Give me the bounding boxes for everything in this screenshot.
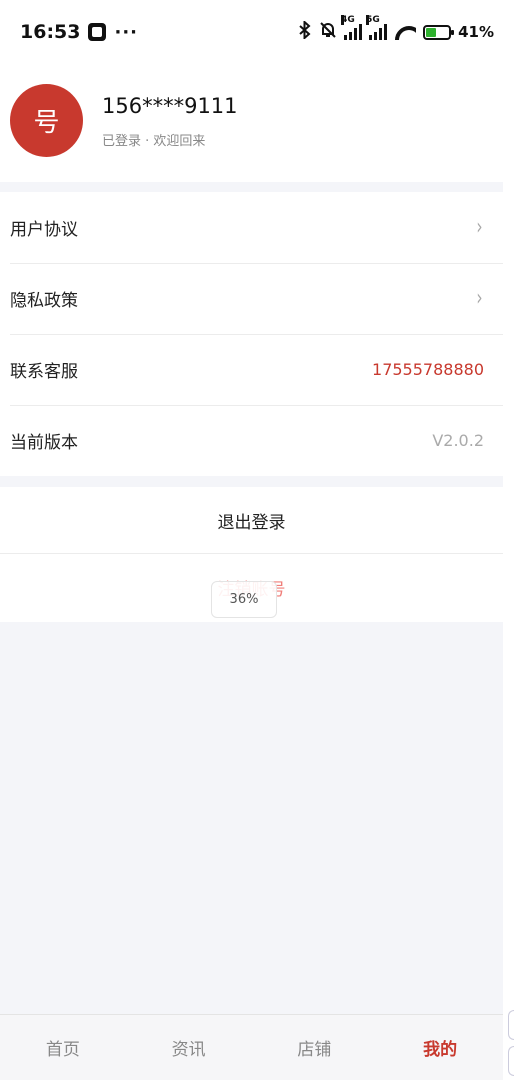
logout-button[interactable]: 退出登录 bbox=[0, 487, 503, 554]
app-notification-icon bbox=[88, 23, 107, 41]
tab-store[interactable]: 店铺 bbox=[252, 1035, 378, 1060]
menu-item-label: 联系客服 bbox=[10, 362, 78, 382]
more-notifications-icon: ··· bbox=[114, 21, 138, 43]
menu-item-current-version: 当前版本 V2.0.2 bbox=[0, 405, 503, 476]
login-status: 已登录 · 欢迎回来 bbox=[102, 134, 206, 149]
settings-menu: 用户协议 › 隐私政策 › 联系客服 17555788880 当前版本 V2.0… bbox=[0, 192, 503, 476]
menu-item-privacy-policy[interactable]: 隐私政策 › bbox=[0, 263, 503, 334]
menu-item-label: 用户协议 bbox=[10, 220, 78, 240]
avatar[interactable]: 号 bbox=[10, 84, 83, 157]
edge-gesture-handle[interactable] bbox=[508, 1010, 514, 1040]
version-number: V2.0.2 bbox=[432, 431, 484, 450]
profile-header: 号 156****9111 已登录 · 欢迎回来 bbox=[0, 64, 503, 182]
battery-icon bbox=[423, 24, 455, 40]
signal-4g-icon: 4G bbox=[341, 15, 363, 40]
chevron-right-icon: › bbox=[476, 285, 483, 311]
tab-news[interactable]: 资讯 bbox=[126, 1035, 252, 1060]
wifi-icon bbox=[394, 24, 416, 40]
bluetooth-icon bbox=[298, 19, 312, 43]
mute-bell-icon bbox=[319, 21, 337, 43]
progress-toast: 36% bbox=[211, 581, 277, 618]
tab-home[interactable]: 首页 bbox=[0, 1035, 126, 1060]
status-bar: 16:53 ··· 4G 5G 41% bbox=[0, 0, 514, 64]
menu-item-label: 当前版本 bbox=[10, 433, 78, 453]
edge-gesture-handle[interactable] bbox=[508, 1046, 514, 1076]
user-phone: 156****9111 bbox=[102, 94, 238, 118]
menu-item-customer-service[interactable]: 联系客服 17555788880 bbox=[0, 334, 503, 405]
menu-item-label: 隐私政策 bbox=[10, 291, 78, 311]
signal-5g-icon: 5G bbox=[366, 15, 388, 40]
chevron-right-icon: › bbox=[476, 214, 483, 240]
service-phone-number[interactable]: 17555788880 bbox=[372, 360, 484, 379]
status-time: 16:53 bbox=[20, 21, 81, 43]
menu-item-user-agreement[interactable]: 用户协议 › bbox=[0, 192, 503, 263]
bottom-tab-bar: 首页 资讯 店铺 我的 bbox=[0, 1014, 503, 1080]
tab-mine[interactable]: 我的 bbox=[377, 1035, 503, 1060]
battery-percent: 41% bbox=[458, 23, 494, 41]
